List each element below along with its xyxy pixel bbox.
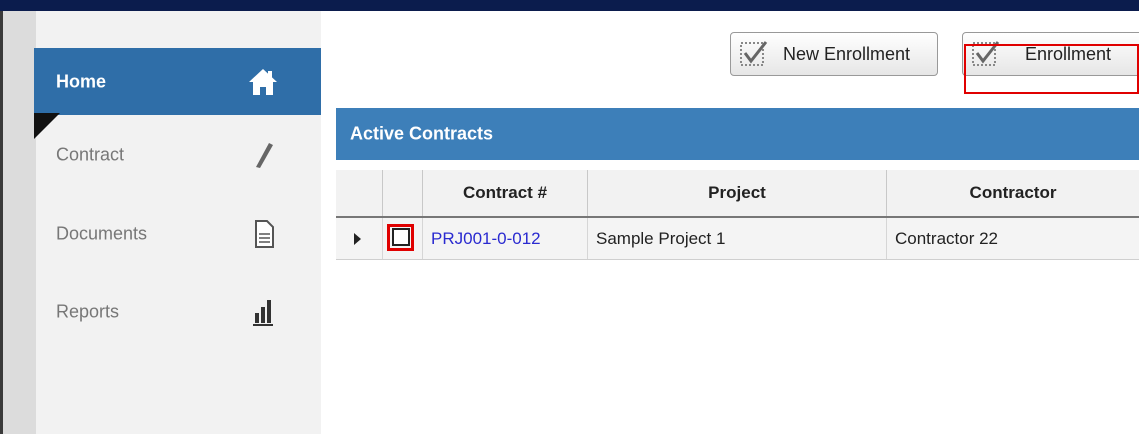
enrollment-highlight-box: [964, 44, 1139, 94]
new-enrollment-button[interactable]: New Enrollment: [730, 32, 938, 76]
grid-header: Contract # Project Contractor: [336, 170, 1139, 218]
sidebar-item-label: Contract: [56, 144, 125, 164]
expand-row-icon[interactable]: [354, 233, 361, 245]
new-enrollment-label: New Enrollment: [783, 43, 911, 64]
active-contracts-header: Active Contracts: [336, 108, 1139, 160]
col-expand: [336, 170, 382, 216]
col-contractor[interactable]: Contractor: [886, 170, 1139, 216]
col-contract[interactable]: Contract #: [422, 170, 587, 216]
col-select: [382, 170, 422, 216]
sidebar-item-contract[interactable]: Contract: [34, 121, 321, 188]
panel-title: Active Contracts: [350, 123, 494, 144]
checkbox-checked-icon: [740, 41, 768, 66]
home-icon: [249, 68, 277, 95]
sidebar-item-label: Home: [56, 71, 107, 91]
sidebar-item-documents[interactable]: Documents: [34, 200, 321, 267]
sidebar-item-label: Documents: [56, 223, 148, 243]
pencil-icon: [256, 142, 273, 168]
sidebar-item-home[interactable]: Home: [34, 48, 321, 115]
contractor-cell: Contractor 22: [886, 218, 1139, 259]
row-checkbox-highlight: [387, 224, 414, 251]
contract-number-link[interactable]: PRJ001-0-012: [422, 218, 587, 259]
bar-chart-icon: [253, 299, 273, 326]
project-cell: Sample Project 1: [587, 218, 886, 259]
top-bar: [0, 0, 1139, 11]
col-project[interactable]: Project: [587, 170, 886, 216]
table-row[interactable]: PRJ001-0-012 Sample Project 1 Contractor…: [336, 218, 1139, 260]
sidebar-stripe: [3, 11, 36, 434]
document-icon: [255, 219, 274, 248]
sidebar-item-reports[interactable]: Reports: [34, 278, 321, 345]
sidebar-item-label: Reports: [56, 301, 120, 321]
